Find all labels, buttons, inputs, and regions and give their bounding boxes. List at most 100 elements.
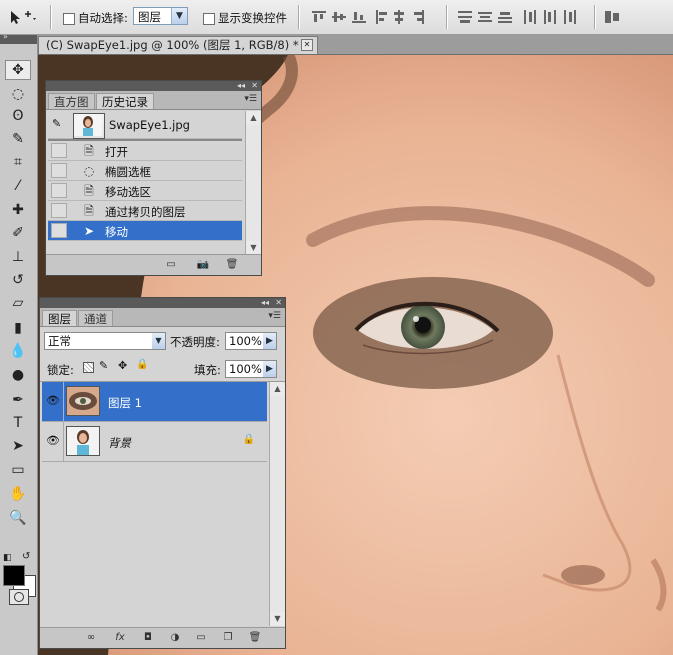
- history-step[interactable]: 🗎 打开: [48, 141, 242, 161]
- history-step[interactable]: ◌ 椭圆选框: [48, 161, 242, 181]
- chevron-down-icon: ▼: [171, 8, 187, 24]
- lasso-tool-icon[interactable]: ʘ: [5, 106, 31, 126]
- layer-row-background[interactable]: 👁 背景 🔒: [42, 422, 267, 462]
- layer-row-layer1[interactable]: 👁 图层 1: [42, 382, 267, 422]
- eye-visibility-icon[interactable]: 👁: [45, 434, 61, 448]
- hand-tool-icon[interactable]: ✋: [5, 484, 31, 504]
- fill-input[interactable]: 100% ▶: [225, 360, 277, 378]
- close-icon[interactable]: ✕: [251, 81, 258, 91]
- scroll-down-icon[interactable]: ▼: [246, 241, 261, 255]
- default-colors-icon[interactable]: ◧: [3, 553, 12, 563]
- lock-all-icon[interactable]: 🔒: [136, 359, 148, 370]
- crop-tool-icon[interactable]: ⌗: [5, 152, 31, 172]
- history-panel-tabs: 直方图 历史记录 ▾☰: [46, 91, 261, 110]
- healing-brush-tool-icon[interactable]: ✚: [5, 200, 31, 220]
- clone-stamp-tool-icon[interactable]: ⊥: [5, 247, 31, 267]
- auto-align-icon[interactable]: [602, 9, 622, 25]
- lock-transparent-icon[interactable]: [83, 362, 94, 373]
- history-step[interactable]: 🗎 移动选区: [48, 181, 242, 201]
- align-buttons-group[interactable]: [310, 9, 440, 25]
- scroll-up-icon[interactable]: ▲: [246, 111, 261, 125]
- move-arrow-icon: ➤: [83, 224, 95, 238]
- chevron-right-icon[interactable]: ▶: [263, 333, 276, 349]
- history-scrollbar[interactable]: ▲ ▼: [245, 111, 261, 255]
- lock-pixels-icon[interactable]: ✎: [99, 359, 108, 372]
- eraser-tool-icon[interactable]: ▱: [5, 293, 31, 313]
- history-brush-source-box[interactable]: [51, 163, 67, 178]
- history-snapshot[interactable]: ✎ SwapEye1.jpg: [48, 111, 242, 139]
- history-brush-source-box[interactable]: [51, 183, 67, 198]
- panel-menu-icon[interactable]: ▾☰: [244, 94, 257, 104]
- blur-tool-icon[interactable]: 💧: [5, 341, 31, 361]
- shape-tool-icon[interactable]: ▭: [5, 460, 31, 480]
- tools-panel-header[interactable]: »: [0, 32, 37, 44]
- blend-mode-select[interactable]: 正常 ▼: [44, 332, 166, 350]
- type-tool-icon[interactable]: T: [5, 413, 31, 433]
- document-icon: 🗎: [84, 144, 94, 158]
- history-panel-titlebar[interactable]: ◂◂ ✕: [46, 81, 261, 91]
- brush-tool-icon[interactable]: ✐: [5, 223, 31, 243]
- history-brush-source-box[interactable]: [51, 143, 67, 158]
- close-icon[interactable]: ✕: [275, 298, 282, 308]
- pen-tool-icon[interactable]: ✒: [5, 390, 31, 410]
- document-tab-title: (C) SwapEye1.jpg @ 100% (图层 1, RGB/8) *: [46, 38, 299, 52]
- show-transform-checkbox[interactable]: 显示变换控件: [203, 10, 287, 26]
- tab-channels[interactable]: 通道: [78, 310, 113, 326]
- quick-select-tool-icon[interactable]: ✎: [5, 129, 31, 149]
- lock-position-icon[interactable]: ✥: [118, 359, 127, 372]
- auto-select-label: 自动选择:: [78, 11, 128, 25]
- new-layer-icon[interactable]: ❐: [221, 631, 235, 644]
- new-document-from-state-icon[interactable]: ▭: [164, 258, 178, 271]
- foreground-color-swatch[interactable]: [3, 565, 25, 586]
- layers-scrollbar[interactable]: ▲ ▼: [269, 382, 285, 626]
- layers-panel-titlebar[interactable]: ◂◂ ✕: [40, 298, 285, 308]
- link-layers-icon[interactable]: ∞: [84, 631, 98, 644]
- tools-panel: » ✥ ◌ ʘ ✎ ⌗ ⁄ ✚ ✐ ⊥ ↺ ▱ ▮ 💧 ● ✒ T ➤ ▭ ✋ 🔍 ◧ ↺: [0, 32, 38, 655]
- chevron-down-icon: ▼: [152, 333, 165, 349]
- eye-visibility-icon[interactable]: 👁: [45, 394, 61, 408]
- quick-mask-icon[interactable]: [9, 589, 29, 605]
- show-transform-label: 显示变换控件: [218, 11, 287, 25]
- fx-icon[interactable]: fx: [113, 631, 127, 644]
- history-brush-source-box[interactable]: [51, 203, 67, 218]
- history-brush-source-icon[interactable]: ✎: [52, 117, 61, 130]
- dodge-tool-icon[interactable]: ●: [5, 365, 31, 385]
- tab-histogram[interactable]: 直方图: [48, 93, 95, 109]
- swap-colors-icon[interactable]: ↺: [22, 551, 30, 562]
- new-group-icon[interactable]: ▭: [194, 631, 208, 644]
- move-tool-icon[interactable]: ✥: [5, 60, 31, 80]
- move-arrow-icon[interactable]: [8, 9, 38, 25]
- panel-menu-icon[interactable]: ▾☰: [268, 311, 281, 321]
- zoom-tool-icon[interactable]: 🔍: [5, 508, 31, 528]
- path-select-tool-icon[interactable]: ➤: [5, 436, 31, 456]
- tab-layers[interactable]: 图层: [42, 310, 77, 326]
- auto-select-checkbox[interactable]: 自动选择:: [63, 10, 128, 26]
- scroll-down-icon[interactable]: ▼: [270, 612, 285, 626]
- auto-select-check-icon[interactable]: [63, 12, 75, 25]
- history-brush-tool-icon[interactable]: ↺: [5, 270, 31, 290]
- camera-snapshot-icon[interactable]: 📷: [196, 258, 210, 271]
- auto-select-dropdown[interactable]: 图层 ▼: [133, 7, 188, 25]
- adjustment-layer-icon[interactable]: ◑: [168, 631, 182, 644]
- marquee-tool-icon[interactable]: ◌: [5, 84, 31, 104]
- add-mask-icon[interactable]: ◘: [141, 631, 155, 644]
- eyedropper-tool-icon[interactable]: ⁄: [5, 176, 31, 196]
- scroll-up-icon[interactable]: ▲: [270, 382, 285, 396]
- document-tab[interactable]: (C) SwapEye1.jpg @ 100% (图层 1, RGB/8) * …: [38, 36, 318, 54]
- tab-history[interactable]: 历史记录: [96, 93, 154, 109]
- chevron-right-icon[interactable]: ▶: [263, 361, 276, 377]
- close-icon[interactable]: ✕: [301, 39, 313, 51]
- history-step[interactable]: ➤ 移动: [48, 221, 242, 241]
- snapshot-label: SwapEye1.jpg: [109, 118, 190, 132]
- collapse-icon[interactable]: ◂◂: [261, 298, 269, 308]
- collapse-icon[interactable]: ◂◂: [237, 81, 245, 91]
- opacity-input[interactable]: 100% ▶: [225, 332, 277, 350]
- gradient-tool-icon[interactable]: ▮: [5, 318, 31, 338]
- opacity-label: 不透明度:: [170, 335, 220, 349]
- trash-icon[interactable]: 🗑: [248, 631, 262, 644]
- trash-icon[interactable]: 🗑: [225, 258, 239, 271]
- show-transform-check-icon[interactable]: [203, 12, 215, 25]
- distribute-buttons-group[interactable]: [456, 9, 586, 25]
- history-brush-source-box[interactable]: [51, 223, 67, 238]
- history-step[interactable]: 🗎 通过拷贝的图层: [48, 201, 242, 221]
